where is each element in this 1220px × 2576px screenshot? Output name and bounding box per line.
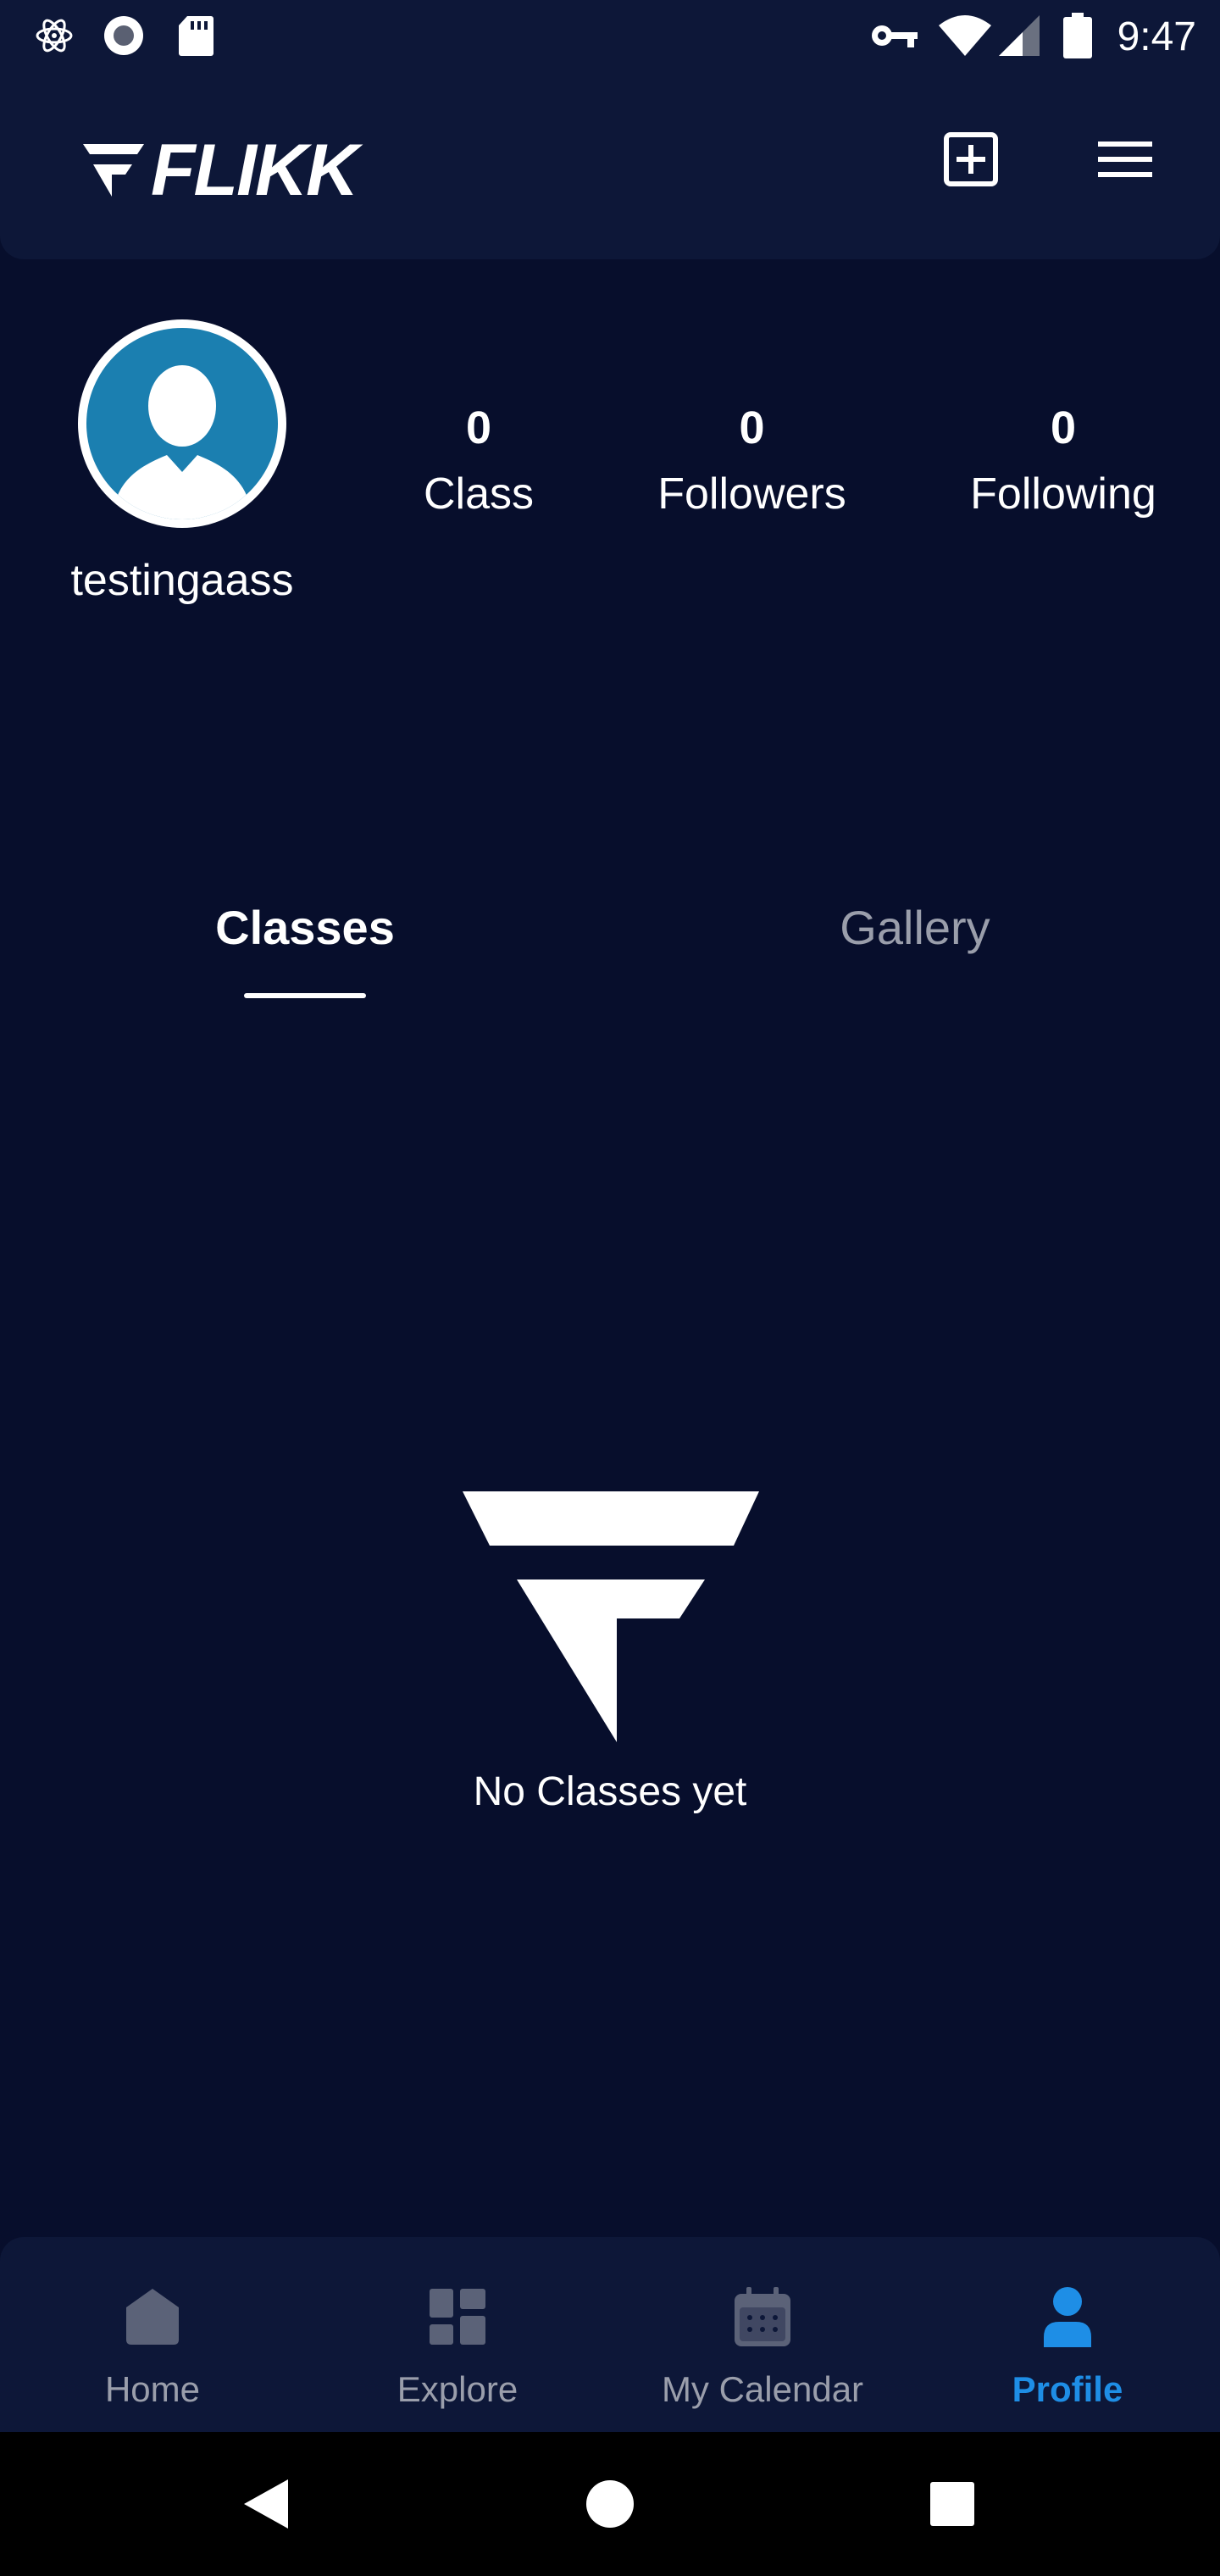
nav-my-calendar[interactable]: My Calendar: [610, 2237, 915, 2432]
wifi-icon: [937, 14, 993, 58]
nav-home-label: Home: [104, 2369, 201, 2409]
menu-button[interactable]: [1084, 119, 1166, 200]
stat-followers-value: 0: [739, 402, 765, 453]
home-circle-icon: [586, 2480, 634, 2528]
stat-following-value: 0: [1050, 402, 1077, 453]
flikk-logo[interactable]: FLIKK: [78, 130, 358, 211]
stat-following[interactable]: 0 Following: [940, 398, 1186, 524]
back-triangle-icon: [244, 2479, 288, 2529]
explore-grid-icon: [424, 2283, 491, 2351]
menu-icon: [1098, 142, 1152, 177]
add-content-button[interactable]: [930, 119, 1012, 200]
back-button[interactable]: [215, 2453, 317, 2555]
calendar-icon: [729, 2283, 796, 2351]
default-user-icon: [112, 365, 252, 519]
home-icon: [119, 2283, 186, 2351]
stat-class-label: Class: [423, 469, 535, 519]
sd-card-icon: [175, 14, 217, 58]
tab-gallery[interactable]: Gallery: [779, 894, 1051, 962]
nav-profile[interactable]: Profile: [915, 2237, 1220, 2432]
stat-followers-label: Followers: [657, 469, 846, 519]
stat-class[interactable]: 0 Class: [407, 398, 551, 524]
tab-classes[interactable]: Classes: [169, 894, 441, 962]
recents-button[interactable]: [901, 2453, 1003, 2555]
avatar[interactable]: [78, 319, 286, 528]
battery-icon: [1061, 13, 1095, 58]
record-icon: [100, 14, 147, 58]
stat-followers[interactable]: 0 Followers: [635, 398, 868, 524]
system-nav-bar: [0, 2432, 1220, 2576]
stat-following-label: Following: [970, 469, 1156, 519]
nav-explore-label: Explore: [396, 2369, 518, 2409]
empty-state-message: No Classes yet: [473, 1769, 747, 1814]
atom-icon: [30, 14, 78, 58]
nav-home[interactable]: Home: [0, 2237, 305, 2432]
logo-wordmark: FLIKK: [151, 130, 358, 211]
home-system-button[interactable]: [559, 2453, 661, 2555]
flikk-mark-icon: [83, 144, 144, 197]
status-bar: 9:47: [0, 0, 1220, 75]
signal-icon: [996, 14, 1042, 58]
app-bar: FLIKK: [0, 75, 1220, 259]
nav-my-calendar-label: My Calendar: [661, 2369, 864, 2409]
flikk-empty-logo-icon: [463, 1491, 759, 1742]
nav-explore[interactable]: Explore: [305, 2237, 610, 2432]
add-box-icon: [944, 132, 998, 186]
vpn-key-icon: [869, 14, 920, 58]
profile-icon: [1034, 2283, 1101, 2351]
username: testingaass: [70, 556, 294, 605]
stat-class-value: 0: [465, 402, 492, 453]
clock: 9:47: [1117, 14, 1196, 59]
recents-square-icon: [930, 2482, 974, 2526]
tab-active-indicator: [244, 993, 366, 998]
bottom-nav: Home Explore My Calendar Profile: [0, 2237, 1220, 2432]
nav-profile-label: Profile: [1012, 2369, 1123, 2409]
